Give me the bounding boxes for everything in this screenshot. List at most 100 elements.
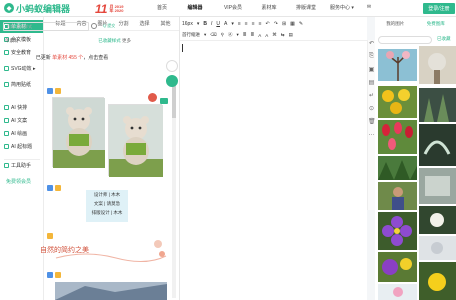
- nav-service[interactable]: 服务中心 ▾: [327, 4, 357, 11]
- sidebar-item-svg[interactable]: SVG动效 ▸: [0, 62, 43, 75]
- tab-my-images[interactable]: 我的图片: [375, 21, 416, 27]
- free-vip-link[interactable]: 免费领会员: [6, 178, 31, 185]
- chevron-down-icon[interactable]: ▾: [231, 21, 234, 27]
- sidebar-item-sticker[interactable]: 简用贴纸: [0, 78, 43, 91]
- underline-icon[interactable]: U: [216, 21, 220, 27]
- photo-thumbnail[interactable]: [378, 252, 417, 282]
- more-link[interactable]: 更多: [122, 38, 131, 43]
- redo-icon[interactable]: ↷: [274, 21, 278, 27]
- photo-thumbnail[interactable]: [419, 262, 456, 300]
- undo-icon[interactable]: ↶: [266, 21, 270, 27]
- teddy-bear-image-1[interactable]: [52, 97, 105, 168]
- material-search-input[interactable]: 搜索 其他样式: [3, 22, 89, 31]
- sidebar-item-label: SVG动效 ▸: [11, 66, 36, 72]
- nav-course[interactable]: 排版课堂: [291, 4, 321, 11]
- clear-format-icon[interactable]: ⌫: [210, 32, 216, 38]
- paragraph-spacing-icon[interactable]: ≣: [250, 32, 254, 38]
- photo-thumbnail[interactable]: [378, 212, 417, 250]
- photo-thumbnail[interactable]: [378, 86, 417, 118]
- photo-thumbnail[interactable]: [419, 88, 456, 122]
- layout-icon[interactable]: ▤: [289, 32, 293, 38]
- trash-icon[interactable]: 🗑: [368, 118, 376, 131]
- indent-select[interactable]: 首行缩进: [182, 32, 200, 38]
- bold-icon[interactable]: B: [203, 21, 207, 27]
- credit-copy: 文案 | 请莫急: [93, 201, 121, 206]
- favorites-link[interactable]: 已收藏样式: [98, 38, 121, 43]
- tab-divider[interactable]: 分割: [113, 20, 134, 27]
- align-right-icon[interactable]: ≡: [252, 21, 255, 27]
- photo-thumbnail[interactable]: [378, 120, 417, 154]
- submit-link[interactable]: Q 提交: [103, 23, 115, 29]
- photo-thumbnail[interactable]: [419, 46, 456, 84]
- promo-number: 11: [95, 1, 108, 16]
- table-icon[interactable]: ⊞: [282, 21, 286, 27]
- mail-icon[interactable]: ✉: [363, 4, 375, 11]
- image-favorites-button[interactable]: 已收藏: [437, 36, 451, 42]
- login-button[interactable]: 登录/注册: [423, 3, 455, 14]
- top-bar: ◆ 小蚂蚁编辑器 11 月 2019 年 2020 首页 编辑器 VIP会员 素…: [0, 0, 456, 17]
- photo-thumbnail[interactable]: [419, 236, 456, 260]
- sidebar-item-ai-paint[interactable]: AI 绘画: [0, 127, 43, 140]
- save-icon[interactable]: ▤: [368, 79, 375, 92]
- anniversary-promo[interactable]: 11 月 2019 年 2020: [95, 1, 123, 16]
- add-icon[interactable]: [166, 75, 178, 87]
- chevron-down-icon[interactable]: ▾: [236, 32, 238, 38]
- copy-icon[interactable]: ⎘: [368, 53, 375, 66]
- preview-icon[interactable]: ▣: [368, 66, 375, 79]
- sidebar-item-ai-title[interactable]: AI 起标题: [0, 140, 43, 153]
- italic-icon[interactable]: I: [211, 21, 212, 27]
- logo-text: 小蚂蚁编辑器: [16, 4, 71, 15]
- search-icon[interactable]: [91, 23, 97, 29]
- swap-icon[interactable]: ⇆: [281, 32, 285, 38]
- photo-thumbnail[interactable]: [419, 168, 456, 204]
- teddy-bear-image-2[interactable]: [108, 104, 163, 177]
- font-decrease-icon[interactable]: A: [265, 33, 268, 38]
- tab-free-library[interactable]: 免费图库: [416, 21, 456, 27]
- sidebar-item-ai-copy[interactable]: AI 文案: [0, 114, 43, 127]
- link-icon[interactable]: ⚲: [221, 32, 224, 38]
- line-spacing-icon[interactable]: ≣: [243, 32, 247, 38]
- tab-other[interactable]: 其他: [155, 20, 176, 27]
- enter-icon[interactable]: ↵: [368, 92, 375, 105]
- photo-thumbnail[interactable]: [419, 206, 456, 234]
- nav-vip[interactable]: VIP会员: [218, 4, 248, 11]
- format-brush-icon[interactable]: ✎: [299, 21, 303, 27]
- nav-home[interactable]: 首页: [150, 4, 174, 11]
- more-icon[interactable]: …: [368, 131, 375, 144]
- photo-thumbnail[interactable]: [378, 182, 417, 210]
- image-tabs: 我的图片 免费图库: [375, 17, 456, 31]
- sidebar-item-tools[interactable]: 工具助手: [0, 159, 43, 172]
- highlight-icon[interactable]: Ⓐ: [228, 32, 233, 38]
- align-left-icon[interactable]: ≡: [238, 21, 241, 27]
- font-size-select[interactable]: 16px: [182, 21, 193, 27]
- tab-choice[interactable]: 选择: [134, 20, 155, 27]
- nav-editor[interactable]: 编辑器: [181, 4, 209, 11]
- view-icon[interactable]: ⊙: [368, 105, 375, 118]
- chevron-down-icon[interactable]: ▾: [197, 21, 200, 27]
- nav-library[interactable]: 素材库: [257, 4, 281, 11]
- credit-info-box[interactable]: 设计师 | 木木 文案 | 请莫急 排版设计 | 木木: [86, 190, 128, 222]
- image-icon[interactable]: ▦: [290, 21, 295, 27]
- align-justify-icon[interactable]: ≡: [259, 21, 262, 27]
- ai-icon: [4, 118, 9, 123]
- building-image[interactable]: [55, 282, 167, 300]
- photo-thumbnail[interactable]: [419, 124, 456, 166]
- image-search-input[interactable]: [378, 36, 432, 44]
- update-notice[interactable]: 已更新 单素材 455 个，点击查看: [22, 54, 122, 61]
- logo-icon: ◆: [4, 3, 14, 13]
- chevron-down-icon[interactable]: ▾: [204, 32, 206, 38]
- font-color-icon[interactable]: A: [224, 21, 227, 27]
- special-char-icon[interactable]: ⌘: [272, 32, 277, 38]
- sidebar-item-ai-layout[interactable]: AI 快排: [0, 101, 43, 114]
- refresh-icon[interactable]: [166, 60, 178, 72]
- undo-icon[interactable]: ↶: [368, 40, 375, 53]
- editor-canvas[interactable]: [180, 17, 367, 300]
- decoration-red-dot: [148, 93, 157, 102]
- photo-thumbnail[interactable]: [378, 156, 417, 180]
- font-increase-icon[interactable]: A: [258, 33, 261, 38]
- green-badge: [160, 98, 168, 104]
- logo[interactable]: ◆ 小蚂蚁编辑器: [4, 2, 71, 15]
- align-center-icon[interactable]: ≡: [245, 21, 248, 27]
- photo-thumbnail[interactable]: [378, 49, 417, 81]
- photo-thumbnail[interactable]: [378, 284, 417, 300]
